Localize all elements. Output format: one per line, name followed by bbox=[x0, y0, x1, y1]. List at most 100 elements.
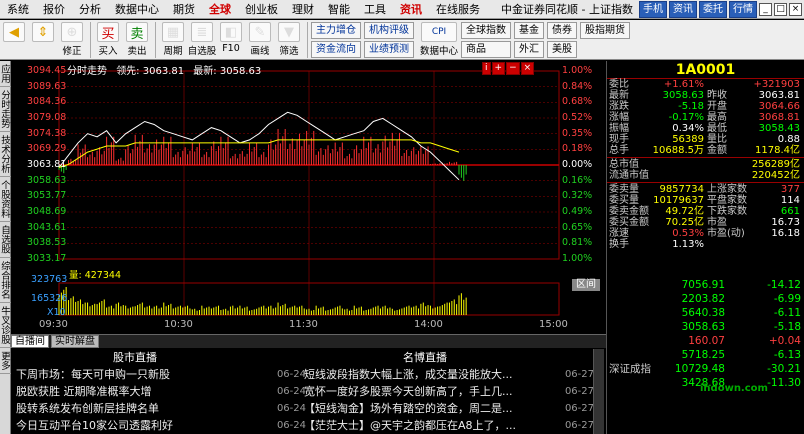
toolbar-button[interactable]: ≣ 自选股 bbox=[188, 22, 216, 57]
index-row[interactable]: 7056.91 -14.12 bbox=[607, 278, 804, 292]
pct-tick-label: 0.84% bbox=[562, 80, 593, 92]
time-tick-label: 15:00 bbox=[539, 319, 568, 330]
toolbar-button[interactable]: ✎ 画线 bbox=[246, 22, 274, 57]
quote-label: 最新 bbox=[609, 90, 629, 101]
toolbar-market-button[interactable]: 全球指数 bbox=[461, 22, 511, 39]
toolbar-button[interactable]: ◀ bbox=[0, 22, 28, 43]
index-value: 3058.63 bbox=[681, 321, 725, 333]
toolbar-button[interactable]: ⊕ 修正 bbox=[58, 22, 86, 57]
quote-label-2: 昨收 bbox=[707, 90, 727, 101]
chart-plus-button[interactable]: + bbox=[491, 62, 506, 75]
news-tab[interactable]: 实时解盘 bbox=[51, 335, 99, 348]
left-tab[interactable]: 综合排名 bbox=[0, 258, 11, 303]
news-item[interactable]: 【短线淘金】场外有踏空的资金，周二是... 06-27 bbox=[304, 400, 594, 417]
left-tab[interactable]: 分时走势 bbox=[0, 87, 11, 132]
quote-value-2: 377 bbox=[780, 184, 800, 195]
news-item[interactable]: 下周市场：每天可申购一只新股 06-24 bbox=[16, 366, 306, 383]
toolbar-grid-button[interactable]: 业绩预测 bbox=[364, 41, 414, 58]
index-row[interactable]: 深证成指 10729.48 -30.21 bbox=[607, 362, 804, 376]
index-row[interactable]: 5718.25 -6.13 bbox=[607, 348, 804, 362]
menu-item[interactable]: 数据中心 bbox=[108, 0, 166, 19]
toolbar-grid-button[interactable]: 机构评级 bbox=[364, 22, 414, 39]
chart-info-button[interactable]: i bbox=[482, 62, 491, 75]
news-tab[interactable]: 自播间 bbox=[11, 335, 49, 348]
toolbar-button[interactable]: ◧ F10 bbox=[217, 22, 245, 54]
chart-close-button[interactable]: × bbox=[520, 62, 535, 75]
news-item[interactable]: 【茫茫大士】@天宇之韵都压在A8上了，... 06-27 bbox=[304, 417, 594, 434]
news-item[interactable]: 脱欧获胜 近期降准概率大增 06-24 bbox=[16, 383, 306, 400]
toolbar-grid-button[interactable]: 资金流向 bbox=[311, 41, 361, 58]
chart-canvas[interactable] bbox=[11, 61, 605, 333]
index-row[interactable]: 5640.38 -6.11 bbox=[607, 306, 804, 320]
toolbar-grid-2: 全球指数 基金 债券 股指期货商品 外汇 美股 bbox=[461, 22, 630, 58]
toolbar-market-button[interactable]: 基金 bbox=[514, 22, 544, 39]
menu-item[interactable]: 期货 bbox=[166, 0, 202, 19]
toolbar-button[interactable]: 买买入 bbox=[94, 22, 122, 57]
chart-minus-button[interactable]: − bbox=[506, 62, 520, 75]
index-row[interactable]: 160.07 +0.04 bbox=[607, 334, 804, 348]
toolbar-button-label: 画线 bbox=[250, 46, 270, 57]
price-tick-label: 3074.38 bbox=[27, 127, 67, 139]
news-item[interactable]: 股转系统发布创新层挂牌名单 06-24 bbox=[16, 400, 306, 417]
news-item[interactable]: 今日互动平台10家公司透露利好 06-24 bbox=[16, 417, 306, 434]
menu-item[interactable]: 创业板 bbox=[238, 0, 285, 19]
pct-tick-label: 0.00% bbox=[562, 159, 593, 170]
quote-value: 0.53% bbox=[672, 228, 704, 239]
menu-right-button[interactable]: 委托 bbox=[699, 0, 727, 18]
quote-label-2: 量比 bbox=[707, 134, 727, 145]
menu-item[interactable]: 全球 bbox=[202, 0, 238, 19]
left-tab[interactable]: 应用 bbox=[0, 61, 11, 87]
news-scrollbar[interactable] bbox=[593, 349, 604, 434]
data-center-button[interactable]: CPI 数据中心 bbox=[418, 22, 460, 57]
buy-icon: 买 bbox=[97, 22, 119, 42]
toolbar-button[interactable]: ▼ 筛选 bbox=[275, 22, 303, 57]
quote-value: 56389 bbox=[672, 134, 704, 145]
left-tab[interactable]: 自选股 bbox=[0, 222, 11, 258]
window-close-button[interactable]: × bbox=[789, 2, 802, 16]
toolbar-button[interactable]: ▦ 周期 bbox=[159, 22, 187, 57]
toolbar-grid-button[interactable]: 主力增仓 bbox=[311, 22, 361, 39]
menu-item[interactable]: 报价 bbox=[36, 0, 72, 19]
window-minimize-button[interactable]: _ bbox=[759, 2, 772, 16]
menu-right-button[interactable]: 手机 bbox=[639, 0, 667, 18]
index-row[interactable]: 3058.63 -5.18 bbox=[607, 320, 804, 334]
index-row[interactable]: 2203.82 -6.99 bbox=[607, 292, 804, 306]
toolbar-market-button[interactable]: 外汇 bbox=[514, 41, 544, 58]
window-maximize-button[interactable]: □ bbox=[774, 2, 787, 16]
menu-item[interactable]: 在线服务 bbox=[429, 0, 487, 19]
toolbar-market-button[interactable]: 美股 bbox=[547, 41, 577, 58]
toolbar-button[interactable]: 卖卖出 bbox=[123, 22, 151, 57]
menu-item[interactable]: 系统 bbox=[0, 0, 36, 19]
news-item[interactable]: 短线波段指数大幅上涨，成交量没能放大... 06-27 bbox=[304, 366, 594, 383]
menu-item[interactable]: 资讯 bbox=[393, 0, 429, 19]
menu-item[interactable]: 工具 bbox=[357, 0, 393, 19]
toolbar-market-button[interactable]: 股指期货 bbox=[580, 22, 630, 39]
toolbar-market-button[interactable]: 商品 bbox=[461, 41, 511, 58]
toolbar-button[interactable]: ⇕ bbox=[29, 22, 57, 43]
quote-label: 总手 bbox=[609, 145, 629, 156]
toolbar-market-button[interactable]: 债券 bbox=[547, 22, 577, 39]
quote-value-2: 3058.43 bbox=[758, 123, 800, 134]
quote-value: 256289亿 bbox=[751, 159, 800, 170]
quote-row: 涨跌 -5.18 开盘 3064.66 bbox=[607, 101, 804, 112]
menu-item[interactable]: 智能 bbox=[321, 0, 357, 19]
intraday-chart[interactable]: 分时走势 领先: 3063.81 最新: 3058.63 i + − × 309… bbox=[11, 61, 605, 333]
zoom-range-button[interactable]: 区间 bbox=[572, 279, 600, 291]
news-item[interactable]: 宽怀一度好多股票今天创新高了，手上几... 06-27 bbox=[304, 383, 594, 400]
index-change: -6.11 bbox=[773, 307, 801, 319]
pct-tick-label: 0.32% bbox=[562, 190, 593, 202]
quote-label: 委卖金额 bbox=[609, 206, 649, 217]
left-tab[interactable]: 牛叉诊股 bbox=[0, 303, 11, 348]
left-tab[interactable]: 更多 bbox=[0, 348, 11, 374]
menu-right-button[interactable]: 行情 bbox=[729, 0, 757, 18]
time-tick-label: 11:30 bbox=[289, 319, 318, 330]
left-tab[interactable]: 个股资料 bbox=[0, 177, 11, 222]
lead-value: 3063.81 bbox=[142, 66, 185, 77]
left-tab[interactable]: 技术分析 bbox=[0, 132, 11, 177]
quote-value: 3058.63 bbox=[662, 90, 704, 101]
time-tick-label: 14:00 bbox=[414, 319, 443, 330]
menu-right-button[interactable]: 资讯 bbox=[669, 0, 697, 18]
toolbar-button-label: 买入 bbox=[98, 46, 118, 57]
menu-item[interactable]: 理财 bbox=[285, 0, 321, 19]
menu-item[interactable]: 分析 bbox=[72, 0, 108, 19]
